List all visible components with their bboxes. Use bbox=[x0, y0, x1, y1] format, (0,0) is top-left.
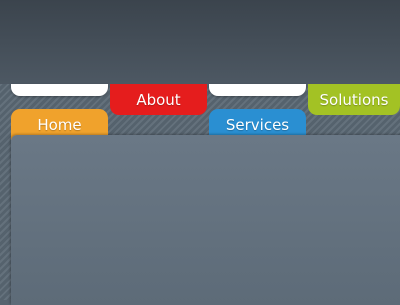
tab-solutions-label: Solutions bbox=[319, 90, 389, 109]
tab-strip-left bbox=[11, 84, 108, 96]
tab-services-label: Services bbox=[225, 115, 290, 134]
content-panel bbox=[11, 135, 400, 305]
tab-strip-middle bbox=[209, 84, 306, 96]
tab-about[interactable]: About bbox=[110, 84, 207, 115]
tab-solutions[interactable]: Solutions bbox=[308, 84, 400, 115]
header-bar bbox=[0, 0, 400, 85]
tab-home-label: Home bbox=[37, 115, 82, 134]
tab-about-label: About bbox=[136, 90, 181, 109]
